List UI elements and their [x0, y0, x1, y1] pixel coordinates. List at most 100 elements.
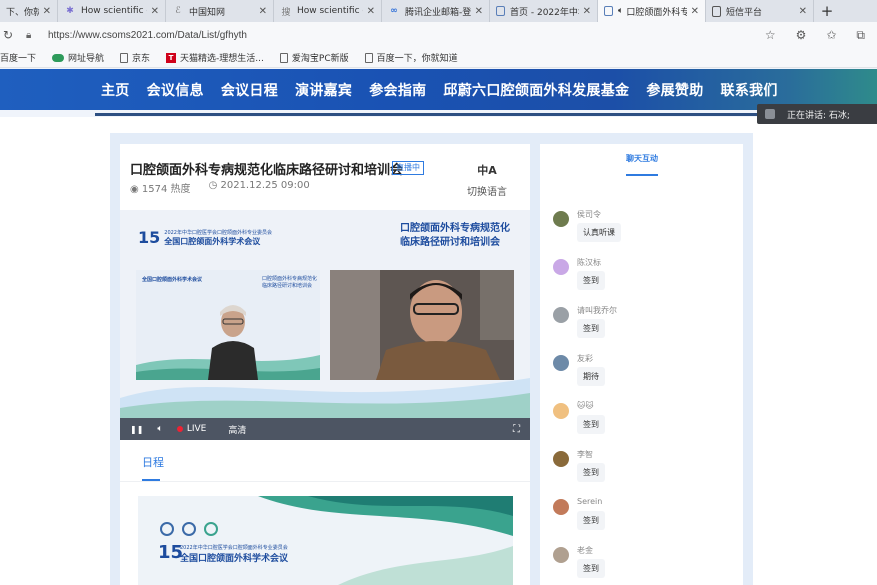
bookmark-item[interactable]: 百度一下	[0, 51, 36, 64]
logo-line1: 2022年中华口腔医学会口腔颌面外科专业委员会	[164, 229, 272, 236]
video-headline: 口腔颌面外科专病规范化 临床路径研讨和培训会	[400, 222, 510, 250]
banner-wave	[258, 496, 513, 585]
tmall-icon: T	[166, 52, 177, 63]
chat-username: 老金	[577, 546, 593, 555]
logo-line2: 全国口腔颌面外科学术会议	[164, 236, 261, 246]
nav-meeting-info[interactable]: 会议信息	[147, 80, 204, 100]
tab-label: 下、你就知道	[6, 7, 39, 18]
speaker-icon[interactable]: 🔈︎	[618, 6, 623, 16]
banner-line1: 2022年中华口腔医学会口腔颌面外科专业委员会	[180, 545, 288, 551]
tab-chat[interactable]: 聊天互动	[626, 153, 658, 164]
tencent-icon: ∞	[390, 6, 398, 16]
close-icon[interactable]: ✕	[259, 6, 267, 17]
nav-schedule[interactable]: 会议日程	[221, 80, 278, 100]
doc-icon	[279, 52, 288, 63]
nav-contact[interactable]: 联系我们	[721, 80, 778, 100]
clock-icon: ◷	[208, 180, 218, 191]
browser-tab[interactable]: 搜 How scientific co ✕	[274, 0, 382, 22]
speaking-indicator: 正在讲话: 石冰;	[757, 104, 877, 124]
chat-text: 签到	[577, 271, 605, 290]
close-icon[interactable]: ✕	[367, 6, 375, 17]
bookmark-item[interactable]: 京东	[120, 51, 150, 64]
banner-line2: 全国口腔颌面外科学术会议	[180, 554, 289, 564]
pause-icon[interactable]: ❚❚	[130, 425, 143, 434]
tab-divider	[120, 481, 530, 482]
globe-icon: ✱	[66, 6, 74, 16]
fullscreen-icon[interactable]: ⛶	[513, 424, 520, 435]
nav-home[interactable]: 主页	[101, 80, 130, 100]
avatar	[553, 499, 569, 515]
tab-label: 首页 - 2022年中华	[510, 7, 579, 18]
tab-label: 中国知网	[189, 7, 226, 18]
favorite-star-icon[interactable]: ☆	[765, 28, 776, 43]
reload-icon[interactable]: ↻	[0, 28, 16, 42]
video-player[interactable]: 15 2022年中华口腔医学会口腔颌面外科专业委员会 全国口腔颌面外科学术会议 …	[120, 210, 530, 440]
chat-username: 李智	[577, 450, 593, 459]
society-emblem-icon	[204, 522, 218, 536]
favorites-list-icon[interactable]: ✩	[826, 28, 836, 43]
bookmark-label: 百度一下，你就知道	[376, 54, 458, 64]
lock-icon[interactable]: 🔒︎	[26, 30, 40, 41]
browser-tab[interactable]: 首页 - 2022年中华 ✕	[490, 0, 598, 22]
browser-tab[interactable]: ∞ 腾讯企业邮箱-登录 ✕	[382, 0, 490, 22]
bookmarks-bar: 百度一下 网址导航 京东 T 天猫精选-理想生活... 爱淘宝PC新版 百度一下…	[0, 48, 877, 68]
switch-language-button[interactable]: 中A 切换语言	[463, 162, 511, 198]
bookmark-label: 天猫精选-理想生活...	[180, 54, 264, 64]
close-icon[interactable]: ✕	[583, 6, 591, 17]
close-icon[interactable]: ✕	[691, 6, 699, 17]
address-bar: ↻ 🔒︎ https://www.csoms2021.com/Data/List…	[0, 22, 877, 48]
avatar	[553, 355, 569, 371]
tab-label: How scientific co	[81, 6, 147, 16]
chat-text: 签到	[577, 463, 605, 482]
quality-selector[interactable]: 高清	[228, 423, 246, 436]
speaker-2-figure	[376, 280, 500, 380]
bookmark-item[interactable]: 网址导航	[52, 51, 104, 64]
speaker-1-figure	[208, 305, 258, 380]
headline-line2: 临床路径研讨和培训会	[400, 237, 500, 248]
avatar	[553, 403, 569, 419]
chat-username: 陈汉标	[577, 258, 601, 267]
cnki-icon: ℰ	[175, 6, 181, 16]
browser-tab[interactable]: ✱ How scientific co ✕	[58, 0, 166, 22]
search-icon: 搜	[281, 7, 291, 18]
extensions-icon[interactable]: ⚙	[796, 28, 807, 43]
tab-schedule[interactable]: 日程	[142, 454, 164, 470]
browser-tab[interactable]: ℰ 中国知网 ✕	[166, 0, 274, 22]
bookmark-item[interactable]: T 天猫精选-理想生活...	[166, 51, 264, 64]
cloud-icon	[52, 53, 65, 62]
nav-speakers[interactable]: 演讲嘉宾	[295, 80, 352, 100]
chat-username: 侯司令	[577, 210, 601, 219]
bookmark-label: 网址导航	[68, 54, 105, 64]
collections-icon[interactable]: ⧉	[856, 28, 865, 43]
logo-number: 15	[138, 228, 161, 247]
browser-tab[interactable]: 下、你就知道 ✕	[0, 0, 58, 22]
nav-fund[interactable]: 邱蔚六口腔颌面外科发展基金	[443, 80, 629, 100]
chat-username: 请叫我乔尔	[577, 306, 617, 315]
chat-text: 期待	[577, 367, 605, 386]
views-stat: ◉ 1574 热度	[130, 180, 191, 195]
close-icon[interactable]: ✕	[799, 6, 807, 17]
url-field[interactable]: https://www.csoms2021.com/Data/List/gfhy…	[48, 30, 765, 41]
page-icon	[604, 6, 613, 16]
browser-tab-active[interactable]: 🔈︎ 口腔颌面外科专 ✕	[598, 0, 706, 22]
chat-username: 友彩	[577, 354, 593, 363]
close-icon[interactable]: ✕	[43, 6, 51, 17]
speaker-avatar	[765, 109, 775, 119]
volume-icon[interactable]: 🔈︎	[157, 424, 162, 434]
browser-tab[interactable]: 短信平台 ✕	[706, 0, 814, 22]
tab-label: 腾讯企业邮箱-登录	[405, 7, 471, 18]
avatar	[553, 259, 569, 275]
active-tab-indicator	[626, 174, 658, 176]
close-icon[interactable]: ✕	[475, 6, 483, 17]
translate-icon: 中A	[477, 164, 497, 177]
bookmark-item[interactable]: 爱淘宝PC新版	[279, 51, 349, 64]
close-icon[interactable]: ✕	[151, 6, 159, 17]
new-tab-button[interactable]: +	[814, 0, 840, 22]
bookmark-label: 爱淘宝PC新版	[291, 54, 349, 64]
tab-label: 短信平台	[726, 7, 763, 18]
video-controls: ❚❚ 🔈︎ LIVE 高清 ⛶	[120, 418, 530, 440]
nav-guide[interactable]: 参会指南	[369, 80, 426, 100]
nav-sponsors[interactable]: 参展赞助	[646, 80, 703, 100]
bookmark-item[interactable]: 百度一下，你就知道	[364, 51, 458, 64]
live-label: LIVE	[186, 424, 207, 434]
